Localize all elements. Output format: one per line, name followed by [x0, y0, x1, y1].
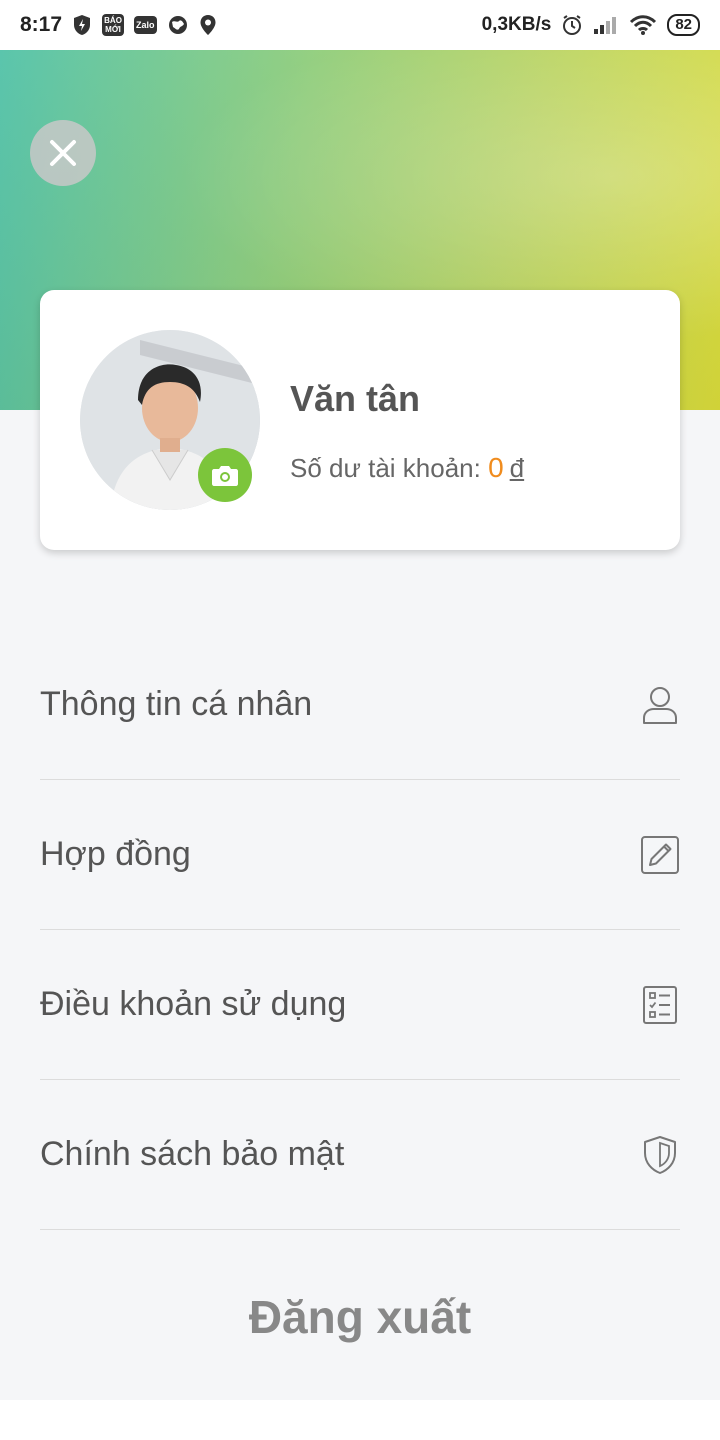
status-bar: 8:17 BÁO MỚI Zalo 0,3KB/s 82 [0, 0, 720, 50]
edit-icon [640, 835, 680, 875]
menu-item-personal-info[interactable]: Thông tin cá nhân [40, 630, 680, 780]
signal-icon [593, 15, 619, 35]
close-button[interactable] [30, 120, 96, 186]
menu-item-label: Hợp đồng [40, 835, 191, 873]
balance-value: 0 [488, 452, 504, 483]
account-menu: Thông tin cá nhân Hợp đồng Điều khoản sử… [40, 630, 680, 1230]
menu-item-label: Thông tin cá nhân [40, 685, 313, 723]
status-bar-right: 0,3KB/s 82 [482, 14, 700, 36]
shield-icon [640, 1135, 680, 1175]
bottom-area [0, 1400, 720, 1440]
user-icon [640, 685, 680, 725]
bolt-shield-icon [72, 14, 92, 36]
menu-item-privacy-policy[interactable]: Chính sách bảo mật [40, 1080, 680, 1230]
account-balance: Số dư tài khoản: 0đ [290, 452, 524, 484]
checklist-icon [640, 985, 680, 1025]
camera-icon [212, 466, 238, 486]
location-pin-icon [199, 14, 217, 36]
zalo-label: Zalo [134, 16, 157, 34]
balance-currency[interactable]: đ [510, 453, 524, 483]
menu-item-contract[interactable]: Hợp đồng [40, 780, 680, 930]
close-icon [50, 140, 76, 166]
status-time: 8:17 [20, 13, 63, 36]
zalo-icon: Zalo [134, 16, 157, 34]
profile-card: Văn tân Số dư tài khoản: 0đ [40, 290, 680, 550]
menu-item-label: Điều khoản sử dụng [40, 985, 347, 1023]
logout-button[interactable]: Đăng xuất [0, 1290, 720, 1344]
network-speed: 0,3KB/s [481, 14, 552, 35]
user-name: Văn tân [290, 378, 421, 419]
alarm-icon [561, 14, 583, 36]
bao-moi-icon: BÁO MỚI [102, 14, 125, 36]
battery-indicator: 82 [667, 14, 700, 36]
globe-icon [167, 14, 189, 36]
menu-item-label: Chính sách bảo mật [40, 1135, 345, 1173]
wifi-icon [629, 15, 657, 35]
status-bar-left: 8:17 BÁO MỚI Zalo [20, 13, 217, 37]
change-avatar-button[interactable] [198, 448, 252, 502]
menu-item-terms-of-use[interactable]: Điều khoản sử dụng [40, 930, 680, 1080]
balance-label: Số dư tài khoản: [290, 453, 489, 483]
